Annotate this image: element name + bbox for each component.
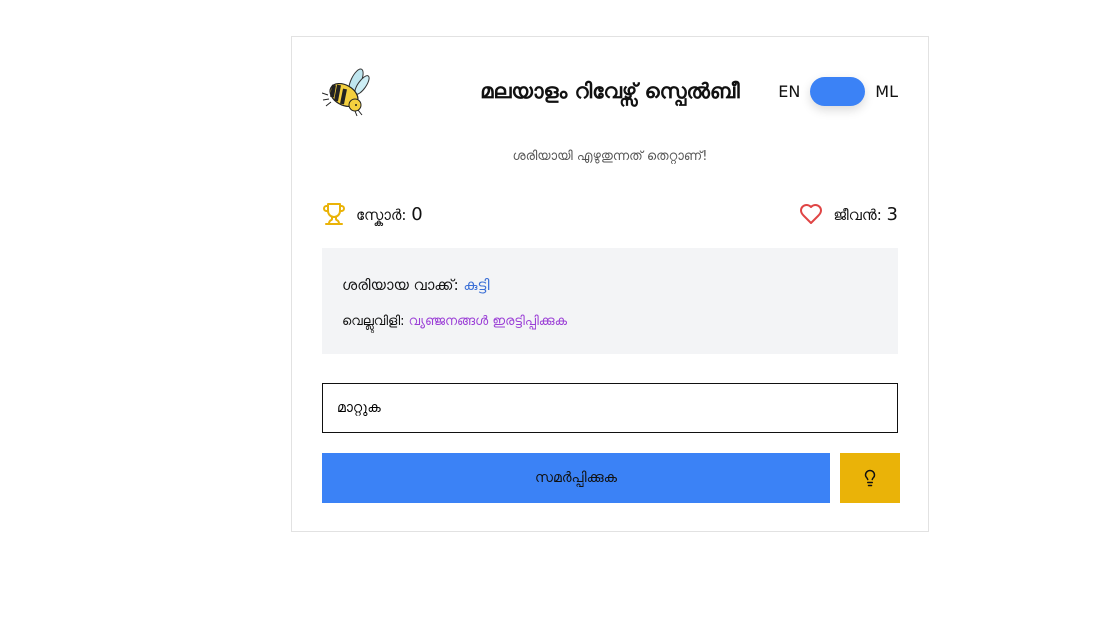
bee-icon (322, 68, 370, 117)
game-card: മലയാളം റിവേഴ്സ് സ്പെൽബീ EN ML ശരിയായി എഴ… (291, 36, 929, 532)
lang-en-label: EN (778, 82, 801, 101)
challenge-value: വ്യഞ്ജനങ്ങൾ ഇരട്ടിപ്പിക്കുക (408, 314, 568, 329)
trophy-icon (323, 203, 345, 225)
word-info-panel: ശരിയായ വാക്ക്: കുട്ടി വെല്ലുവിളി: വ്യഞ്ജ… (322, 248, 898, 354)
score: സ്കോർ: 0 (322, 202, 423, 226)
lives-value: 3 (886, 203, 898, 225)
challenge-row: വെല്ലുവിളി: വ്യഞ്ജനങ്ങൾ ഇരട്ടിപ്പിക്കുക (342, 314, 567, 329)
heart-icon (800, 204, 823, 224)
correct-word-label: ശരിയായ വാക്ക്: (342, 276, 459, 294)
score-value: 0 (411, 203, 423, 225)
answer-input[interactable] (322, 383, 898, 433)
correct-word-row: ശരിയായ വാക്ക്: കുട്ടി (342, 276, 490, 294)
hint-button[interactable] (840, 453, 900, 503)
challenge-label: വെല്ലുവിളി: (342, 314, 405, 329)
lives-label: ജീവൻ: (833, 205, 882, 224)
lang-ml-label: ML (875, 82, 898, 101)
language-toggle[interactable] (810, 77, 866, 106)
header: മലയാളം റിവേഴ്സ് സ്പെൽബീ EN ML (322, 67, 898, 117)
subtitle: ശരിയായി എഴുതുന്നത് തെറ്റാണ്! (512, 149, 708, 164)
language-switch: EN ML (778, 77, 898, 106)
stats-bar: സ്കോർ: 0 ജീവൻ: 3 (322, 201, 898, 227)
submit-button[interactable]: സമർപ്പിക്കുക (322, 453, 830, 503)
lives: ജീവൻ: 3 (799, 202, 898, 226)
score-label: സ്കോർ: (356, 205, 407, 224)
lightbulb-icon (864, 469, 876, 487)
correct-word: കുട്ടി (463, 276, 490, 294)
